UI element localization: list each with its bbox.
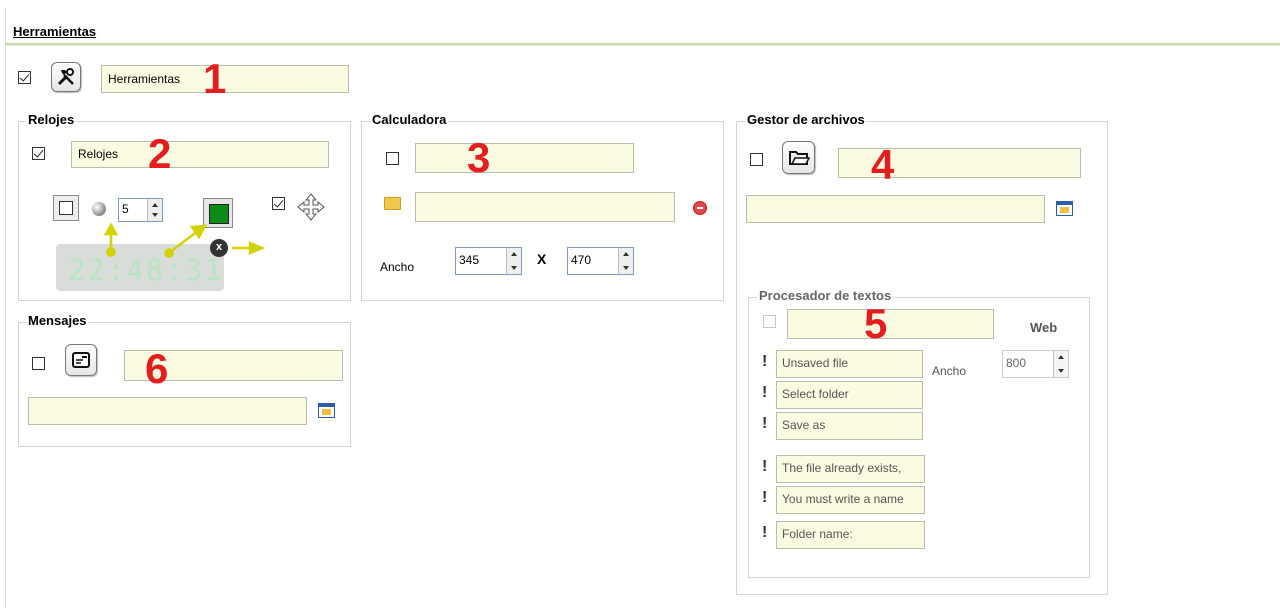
word-name-input[interactable] <box>787 309 994 339</box>
annotation-number-2: 2 <box>148 130 172 177</box>
left-border <box>5 8 6 608</box>
web-label: Web <box>1030 320 1058 335</box>
warning-icon: ! <box>762 458 768 475</box>
tools-icon-button[interactable] <box>51 62 81 92</box>
move-icon <box>296 192 326 225</box>
clock-move-checkbox[interactable] <box>272 197 285 210</box>
warning-icon: ! <box>762 415 768 432</box>
files-path-input[interactable] <box>746 195 1045 223</box>
clocks-enable-checkbox[interactable] <box>32 147 45 160</box>
messages-enable-checkbox[interactable] <box>32 357 45 370</box>
messages-group-label: Mensajes <box>26 313 89 328</box>
title-separator <box>5 43 1280 46</box>
clocks-name-input[interactable]: Relojes <box>71 141 329 168</box>
clock-square-toggle[interactable] <box>53 195 79 221</box>
message-window-icon <box>72 352 90 368</box>
files-group-label: Gestor de archivos <box>745 112 867 127</box>
message-folder-name[interactable]: Folder name: <box>776 521 925 549</box>
messages-group <box>18 322 351 447</box>
remove-icon[interactable] <box>693 201 707 215</box>
calculator-enable-checkbox[interactable] <box>386 152 399 165</box>
files-enable-checkbox[interactable] <box>750 153 763 166</box>
warning-icon: ! <box>762 524 768 541</box>
clocks-group-label: Relojes <box>26 112 77 127</box>
folder-icon[interactable] <box>384 197 401 210</box>
times-sign: X <box>537 251 547 267</box>
message-save-as[interactable]: Save as <box>776 412 923 440</box>
tools-icon <box>57 68 74 86</box>
folder-open-icon <box>788 150 810 165</box>
stepper-arrows[interactable] <box>1053 351 1068 377</box>
messages-icon-button[interactable] <box>65 344 97 376</box>
calculator-height-stepper[interactable]: 470 <box>567 247 634 275</box>
file-manager-icon-button[interactable] <box>782 141 815 174</box>
calculator-path-input[interactable] <box>415 192 675 222</box>
warning-icon: ! <box>762 384 768 401</box>
messages-path-input[interactable] <box>28 397 307 425</box>
message-file-exists[interactable]: The file already exists, <box>776 455 925 483</box>
round-style-icon <box>92 202 106 216</box>
calculator-group-label: Calculadora <box>370 112 449 127</box>
calculator-width-value: 345 <box>459 253 480 267</box>
browse-folder-icon[interactable] <box>318 403 335 418</box>
color-swatch <box>209 204 229 224</box>
stepper-arrows[interactable] <box>506 248 521 274</box>
annotation-number-6: 6 <box>145 345 169 392</box>
clock-square-checkbox <box>59 201 73 215</box>
word-width-label: Ancho <box>932 364 967 378</box>
calculator-name-input[interactable] <box>415 143 634 173</box>
browse-folder-icon[interactable] <box>1056 201 1073 216</box>
message-write-name[interactable]: You must write a name <box>776 486 925 514</box>
annotation-number-3: 3 <box>467 134 491 181</box>
calculator-height-value: 470 <box>571 253 592 267</box>
clock-size-stepper[interactable]: 5 <box>118 198 163 222</box>
calculator-width-stepper[interactable]: 345 <box>455 247 522 275</box>
warning-icon: ! <box>762 353 768 370</box>
annotation-arrows <box>103 222 266 258</box>
calculator-width-label: Ancho <box>380 260 415 274</box>
clock-size-value: 5 <box>122 202 129 216</box>
word-width-value: 800 <box>1006 356 1027 370</box>
stepper-arrows[interactable] <box>147 199 162 221</box>
word-enable-checkbox[interactable] <box>763 315 776 328</box>
annotation-number-5: 5 <box>864 300 888 347</box>
warning-icon: ! <box>762 489 768 506</box>
page-title: Herramientas <box>13 24 97 39</box>
message-unsaved-file[interactable]: Unsaved file <box>776 350 923 378</box>
annotation-number-1: 1 <box>203 55 227 102</box>
message-select-folder[interactable]: Select folder <box>776 381 923 409</box>
stepper-arrows[interactable] <box>618 248 633 274</box>
annotation-number-4: 4 <box>871 141 895 188</box>
tools-enable-checkbox[interactable] <box>18 71 31 84</box>
word-width-stepper[interactable]: 800 <box>1002 350 1069 378</box>
